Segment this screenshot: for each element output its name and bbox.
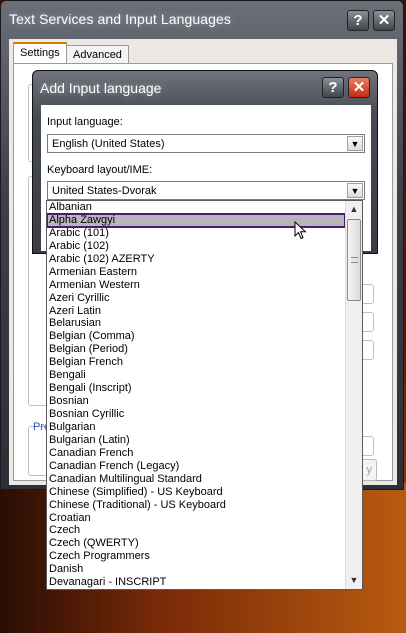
chevron-down-icon[interactable]: ▼ [346,572,362,589]
preferences-group [28,426,48,476]
tab-settings[interactable]: Settings [13,42,67,64]
help-icon[interactable]: ? [347,10,369,31]
list-item[interactable]: Czech (QWERTY) [47,537,345,550]
list-item[interactable]: Arabic (102) AZERTY [47,253,345,266]
keyboard-layout-list: Albanian Alpha Zawgyi Arabic (101) Arabic (… [47,201,345,589]
scrollbar-grip [351,257,358,263]
list-item[interactable]: Belgian (Comma) [47,330,345,343]
mouse-pointer-icon [294,221,307,240]
list-item[interactable]: Bengali [47,369,345,382]
input-language-value: English (United States) [52,138,165,150]
list-item[interactable]: Belgian (Period) [47,343,345,356]
list-item[interactable]: Chinese (Simplified) - US Keyboard [47,486,345,499]
help-icon[interactable]: ? [322,77,344,98]
keyboard-layout-dropdown[interactable]: Albanian Alpha Zawgyi Arabic (101) Arabic (… [46,200,363,590]
list-item[interactable]: Canadian French (Legacy) [47,460,345,473]
list-item[interactable]: Albanian [47,201,345,214]
list-item[interactable]: Devanagari - INSCRIPT [47,576,345,589]
input-language-select[interactable]: English (United States) ▼ [47,134,365,153]
list-item[interactable]: Azeri Latin [47,305,345,318]
list-item[interactable]: Canadian French [47,447,345,460]
list-item[interactable]: Bulgarian [47,421,345,434]
list-item[interactable]: Belarusian [47,317,345,330]
window-title: Text Services and Input Languages [9,11,232,27]
input-language-label: Input language: [47,116,123,128]
list-item[interactable]: Croatian [47,512,345,525]
list-item[interactable]: Chinese (Traditional) - US Keyboard [47,499,345,512]
list-item[interactable]: Czech [47,524,345,537]
tab-advanced[interactable]: Advanced [66,45,129,65]
list-item[interactable]: Armenian Western [47,279,345,292]
close-icon[interactable]: ✕ [348,77,370,98]
list-item[interactable]: Canadian Multilingual Standard [47,473,345,486]
keyboard-layout-label: Keyboard layout/IME: [47,164,153,176]
keyboard-layout-value: United States-Dvorak [52,185,157,197]
list-item[interactable]: Bengali (Inscript) [47,382,345,395]
chevron-down-icon[interactable]: ▼ [347,183,363,198]
dialog-title: Add Input language [40,80,162,96]
list-item[interactable]: Belgian French [47,356,345,369]
list-item[interactable]: Bulgarian (Latin) [47,434,345,447]
scrollbar-thumb[interactable] [347,219,361,301]
list-item[interactable]: Arabic (102) [47,240,345,253]
keyboard-layout-select[interactable]: United States-Dvorak ▼ [47,181,365,200]
list-item[interactable]: Danish [47,563,345,576]
dropdown-scrollbar[interactable]: ▲ ▼ [345,201,362,589]
list-item[interactable]: Armenian Eastern [47,266,345,279]
chevron-down-icon[interactable]: ▼ [347,136,363,151]
close-icon[interactable]: ✕ [373,10,395,31]
chevron-up-icon[interactable]: ▲ [346,201,362,218]
list-item[interactable]: Bosnian Cyrillic [47,408,345,421]
list-item[interactable]: Bosnian [47,395,345,408]
list-item[interactable]: Azeri Cyrillic [47,292,345,305]
list-item[interactable]: Czech Programmers [47,550,345,563]
